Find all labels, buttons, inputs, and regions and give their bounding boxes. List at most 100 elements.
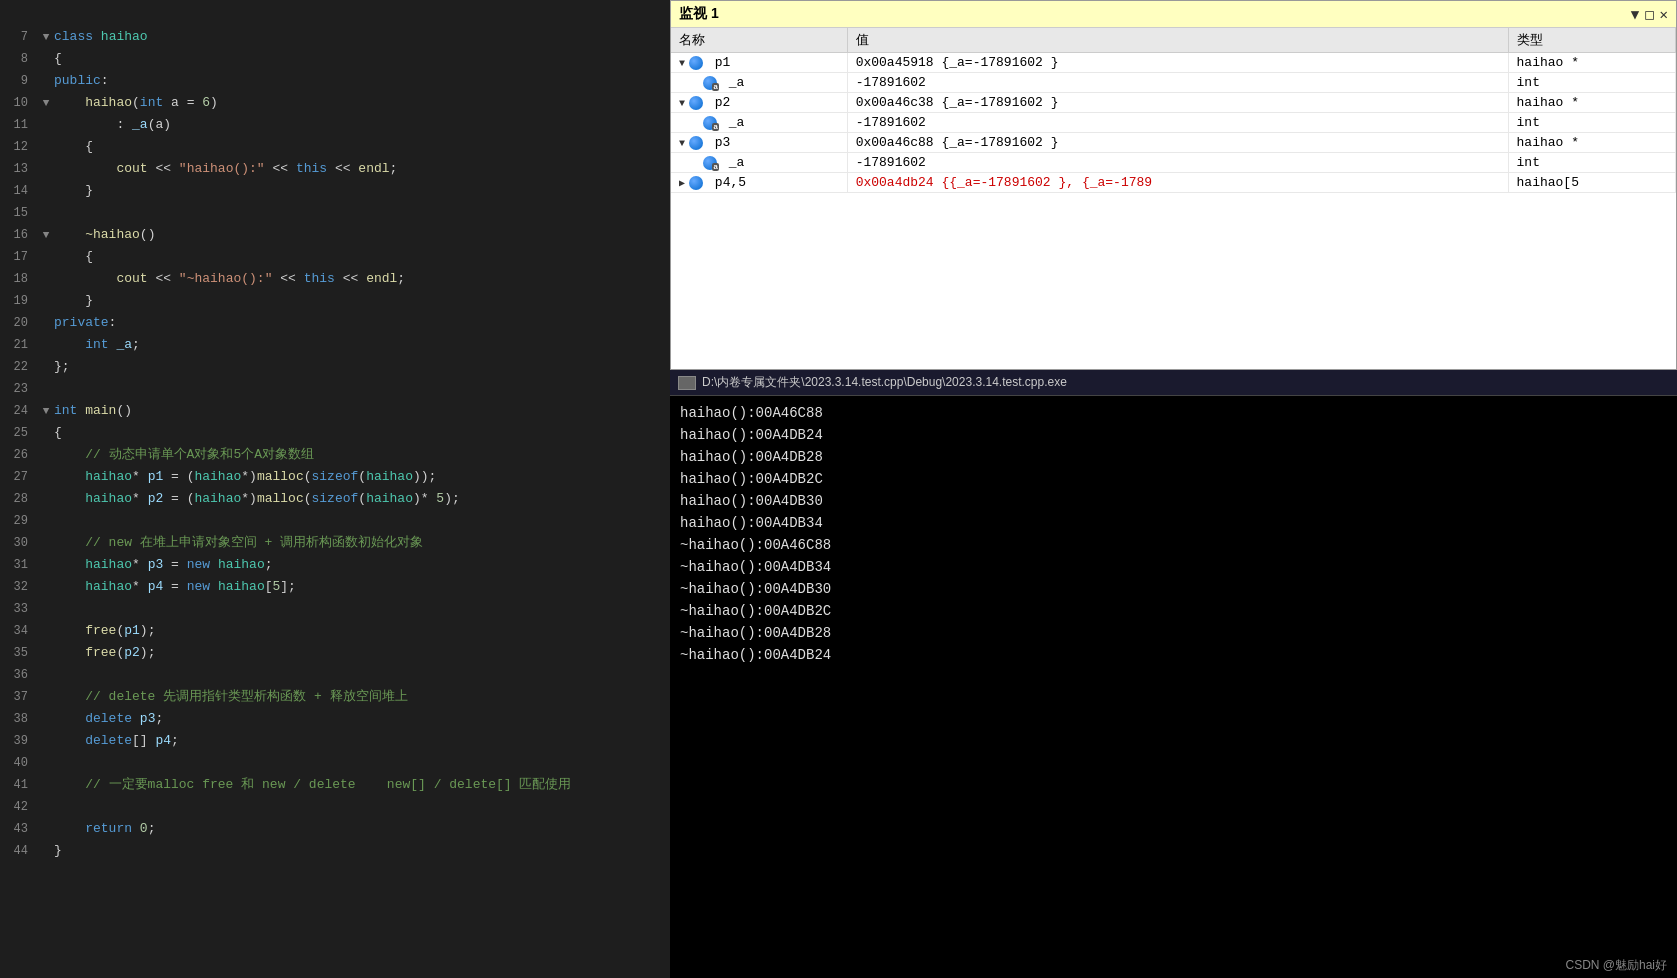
field-icon: a: [703, 116, 717, 130]
line-number: 40: [0, 752, 38, 774]
right-panel: 监视 1 ▼ □ ✕ 名称 值 类型 ▼ p10x00a45918 {_a=-1…: [670, 0, 1677, 978]
fold-icon[interactable]: ▼: [38, 92, 54, 114]
code-line: 30 // new 在堆上申请对象空间 + 调用析构函数初始化对象: [0, 532, 670, 554]
fold-icon[interactable]: ▼: [38, 224, 54, 246]
watch-name-cell: ▼ p2: [671, 93, 847, 113]
code-line: 24▼int main(): [0, 400, 670, 422]
line-number: 25: [0, 422, 38, 444]
code-line: 25{: [0, 422, 670, 444]
line-number: 9: [0, 70, 38, 92]
code-line: 14 }: [0, 180, 670, 202]
line-number: 21: [0, 334, 38, 356]
fold-icon[interactable]: ▼: [38, 26, 54, 48]
code-line: 33: [0, 598, 670, 620]
watch-restore-btn[interactable]: □: [1645, 6, 1653, 22]
line-number: 12: [0, 136, 38, 158]
line-number: 35: [0, 642, 38, 664]
col-type: 类型: [1508, 28, 1675, 53]
line-number: 29: [0, 510, 38, 532]
code-text: // new 在堆上申请对象空间 + 调用析构函数初始化对象: [54, 532, 670, 554]
code-text: {: [54, 136, 670, 158]
console-line: haihao():00A4DB24: [680, 424, 1667, 446]
line-number: 33: [0, 598, 38, 620]
code-text: : _a(a): [54, 114, 670, 136]
code-line: 29: [0, 510, 670, 532]
code-line: 42: [0, 796, 670, 818]
watch-dropdown-btn[interactable]: ▼: [1631, 6, 1639, 22]
code-line: 15: [0, 202, 670, 224]
console-line: ~haihao():00A46C88: [680, 534, 1667, 556]
code-text: free(p1);: [54, 620, 670, 642]
console-title: D:\内卷专属文件夹\2023.3.14.test.cpp\Debug\2023…: [702, 374, 1067, 391]
code-text: haihao* p2 = (haihao*)malloc(sizeof(haih…: [54, 488, 670, 510]
line-number: 30: [0, 532, 38, 554]
line-number: 7: [0, 26, 38, 48]
code-line: [0, 4, 670, 26]
code-line: 7▼class haihao: [0, 26, 670, 48]
watch-title: 监视 1: [679, 5, 719, 23]
code-line: 37 // delete 先调用指针类型析构函数 + 释放空间堆上: [0, 686, 670, 708]
code-text: free(p2);: [54, 642, 670, 664]
watch-value-cell: 0x00a45918 {_a=-17891602 }: [847, 53, 1508, 73]
code-text: }: [54, 840, 670, 862]
code-line: 40: [0, 752, 670, 774]
console-line: ~haihao():00A4DB24: [680, 644, 1667, 666]
console-line: haihao():00A4DB28: [680, 446, 1667, 468]
line-number: 32: [0, 576, 38, 598]
code-text: delete p3;: [54, 708, 670, 730]
watch-name-cell: ▶ p4,5: [671, 173, 847, 193]
object-icon: [689, 56, 703, 70]
object-icon: [689, 96, 703, 110]
code-text: {: [54, 246, 670, 268]
console-line: haihao():00A4DB30: [680, 490, 1667, 512]
code-line: 13 cout << "haihao():" << this << endl;: [0, 158, 670, 180]
watch-close-btn[interactable]: ✕: [1660, 6, 1668, 22]
code-line: 27 haihao* p1 = (haihao*)malloc(sizeof(h…: [0, 466, 670, 488]
watch-value-cell: 0x00a46c88 {_a=-17891602 }: [847, 133, 1508, 153]
code-text: delete[] p4;: [54, 730, 670, 752]
line-number: 23: [0, 378, 38, 400]
watch-type-cell: haihao *: [1508, 53, 1675, 73]
fold-icon[interactable]: ▼: [38, 400, 54, 422]
code-line: 44}: [0, 840, 670, 862]
watch-type-cell: haihao[5: [1508, 173, 1675, 193]
field-icon: a: [703, 156, 717, 170]
code-line: 43 return 0;: [0, 818, 670, 840]
line-number: 10: [0, 92, 38, 114]
code-text: ~haihao(): [54, 224, 670, 246]
watch-type-cell: int: [1508, 113, 1675, 133]
line-number: 26: [0, 444, 38, 466]
code-text: // 动态申请单个A对象和5个A对象数组: [54, 444, 670, 466]
watch-type-cell: haihao *: [1508, 93, 1675, 113]
watch-value-cell: -17891602: [847, 153, 1508, 173]
line-number: 20: [0, 312, 38, 334]
watch-table-header: 名称 值 类型: [671, 28, 1676, 53]
code-line: 22};: [0, 356, 670, 378]
line-number: 43: [0, 818, 38, 840]
line-number: 42: [0, 796, 38, 818]
line-number: 38: [0, 708, 38, 730]
line-number: 17: [0, 246, 38, 268]
code-line: 41 // 一定要malloc free 和 new / delete new[…: [0, 774, 670, 796]
line-number: 16: [0, 224, 38, 246]
watch-type-cell: int: [1508, 73, 1675, 93]
code-text: private:: [54, 312, 670, 334]
code-text: haihao* p3 = new haihao;: [54, 554, 670, 576]
code-line: 19 }: [0, 290, 670, 312]
line-number: 13: [0, 158, 38, 180]
code-panel: 7▼class haihao8{9public:10▼ haihao(int a…: [0, 0, 670, 978]
code-line: 21 int _a;: [0, 334, 670, 356]
line-number: 15: [0, 202, 38, 224]
code-line: 16▼ ~haihao(): [0, 224, 670, 246]
code-text: return 0;: [54, 818, 670, 840]
table-row: ▼ p10x00a45918 {_a=-17891602 }haihao *: [671, 53, 1676, 73]
code-line: 36: [0, 664, 670, 686]
watch-name-cell: ▼ p1: [671, 53, 847, 73]
code-text: public:: [54, 70, 670, 92]
table-row: ▼ p20x00a46c38 {_a=-17891602 }haihao *: [671, 93, 1676, 113]
code-line: 35 free(p2);: [0, 642, 670, 664]
code-text: int main(): [54, 400, 670, 422]
watch-name-cell: ▼ p3: [671, 133, 847, 153]
line-number: 31: [0, 554, 38, 576]
console-line: ~haihao():00A4DB2C: [680, 600, 1667, 622]
